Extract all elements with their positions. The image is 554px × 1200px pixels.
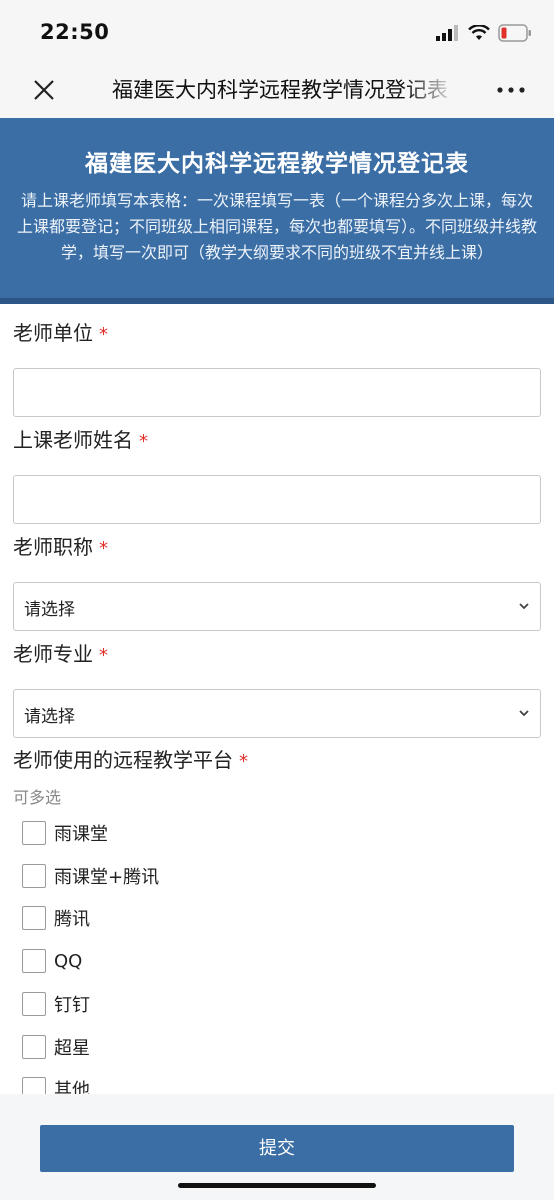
- field-label: 老师单位: [13, 321, 93, 345]
- multi-select-hint: 可多选: [13, 788, 62, 807]
- option-label: 雨课堂: [54, 824, 108, 845]
- select-value: 请选择: [24, 600, 75, 620]
- select-value: 请选择: [24, 707, 75, 727]
- platform-option-other[interactable]: 其他: [22, 1076, 90, 1094]
- checkbox[interactable]: [22, 992, 46, 1016]
- status-bar: 22:50: [0, 0, 554, 62]
- required-mark: *: [99, 645, 108, 666]
- checkbox[interactable]: [22, 949, 46, 973]
- submit-button[interactable]: 提交: [40, 1125, 514, 1172]
- page-title: 福建医大内科学远程教学情况登记表: [112, 78, 448, 102]
- teacher-major-select[interactable]: 请选择: [13, 689, 541, 738]
- platform-option-yuketang[interactable]: 雨课堂: [22, 820, 108, 846]
- field-teacher-name: 上课老师姓名 *: [13, 425, 541, 524]
- signal-icon: [436, 25, 458, 41]
- form-header-banner: 福建医大内科学远程教学情况登记表 请上课老师填写本表格：一次课程填写一表（一个课…: [0, 118, 554, 304]
- field-teacher-title: 老师职称 * 请选择: [13, 532, 541, 631]
- platform-option-chaoxing[interactable]: 超星: [22, 1034, 90, 1060]
- submit-bar: 提交: [0, 1094, 554, 1200]
- form-title: 福建医大内科学远程教学情况登记表: [85, 151, 469, 177]
- chevron-down-icon: [519, 710, 529, 717]
- required-mark: *: [99, 324, 108, 345]
- home-indicator[interactable]: [178, 1183, 376, 1188]
- field-label: 老师专业: [13, 642, 93, 666]
- more-icon[interactable]: [494, 78, 528, 102]
- chevron-down-icon: [519, 603, 529, 610]
- navbar: 福建医大内科学远程教学情况登记表: [0, 62, 554, 118]
- option-label: 雨课堂+腾讯: [54, 867, 160, 888]
- system-icons: [436, 22, 532, 44]
- teacher-unit-input[interactable]: [13, 368, 541, 417]
- option-label: 超星: [54, 1038, 90, 1059]
- field-label: 老师职称: [13, 535, 93, 559]
- checkbox[interactable]: [22, 864, 46, 888]
- required-mark: *: [99, 538, 108, 559]
- option-label: QQ: [54, 950, 83, 972]
- field-label: 老师使用的远程教学平台: [13, 748, 233, 772]
- wifi-icon: [468, 25, 490, 40]
- required-mark: *: [139, 431, 148, 452]
- checkbox[interactable]: [22, 1077, 46, 1094]
- option-label: 其他: [54, 1080, 90, 1094]
- required-mark: *: [239, 751, 248, 772]
- platform-option-qq[interactable]: QQ: [22, 948, 82, 974]
- form-description: 请上课老师填写本表格：一次课程填写一表（一个课程分多次上课，每次上课都要登记；不…: [16, 191, 537, 262]
- field-label: 上课老师姓名: [13, 428, 133, 452]
- close-icon[interactable]: [28, 74, 60, 106]
- platform-option-yuketang-tencent[interactable]: 雨课堂+腾讯: [22, 863, 159, 889]
- checkbox[interactable]: [22, 906, 46, 930]
- field-teacher-major: 老师专业 * 请选择: [13, 639, 541, 738]
- platform-option-dingtalk[interactable]: 钉钉: [22, 991, 90, 1017]
- platform-option-tencent[interactable]: 腾讯: [22, 905, 90, 931]
- teacher-name-input[interactable]: [13, 475, 541, 524]
- registration-form: 老师单位 * 上课老师姓名 * 老师职称 * 请选择 老师专业 * 请选择 老师…: [0, 304, 554, 1094]
- checkbox[interactable]: [22, 821, 46, 845]
- field-teacher-unit: 老师单位 *: [13, 318, 541, 417]
- battery-icon: [498, 24, 531, 42]
- option-label: 钉钉: [54, 995, 90, 1016]
- teacher-title-select[interactable]: 请选择: [13, 582, 541, 631]
- option-label: 腾讯: [54, 909, 90, 930]
- checkbox[interactable]: [22, 1035, 46, 1059]
- status-time: 22:50: [40, 20, 110, 44]
- field-teaching-platform: 老师使用的远程教学平台 *: [13, 745, 541, 775]
